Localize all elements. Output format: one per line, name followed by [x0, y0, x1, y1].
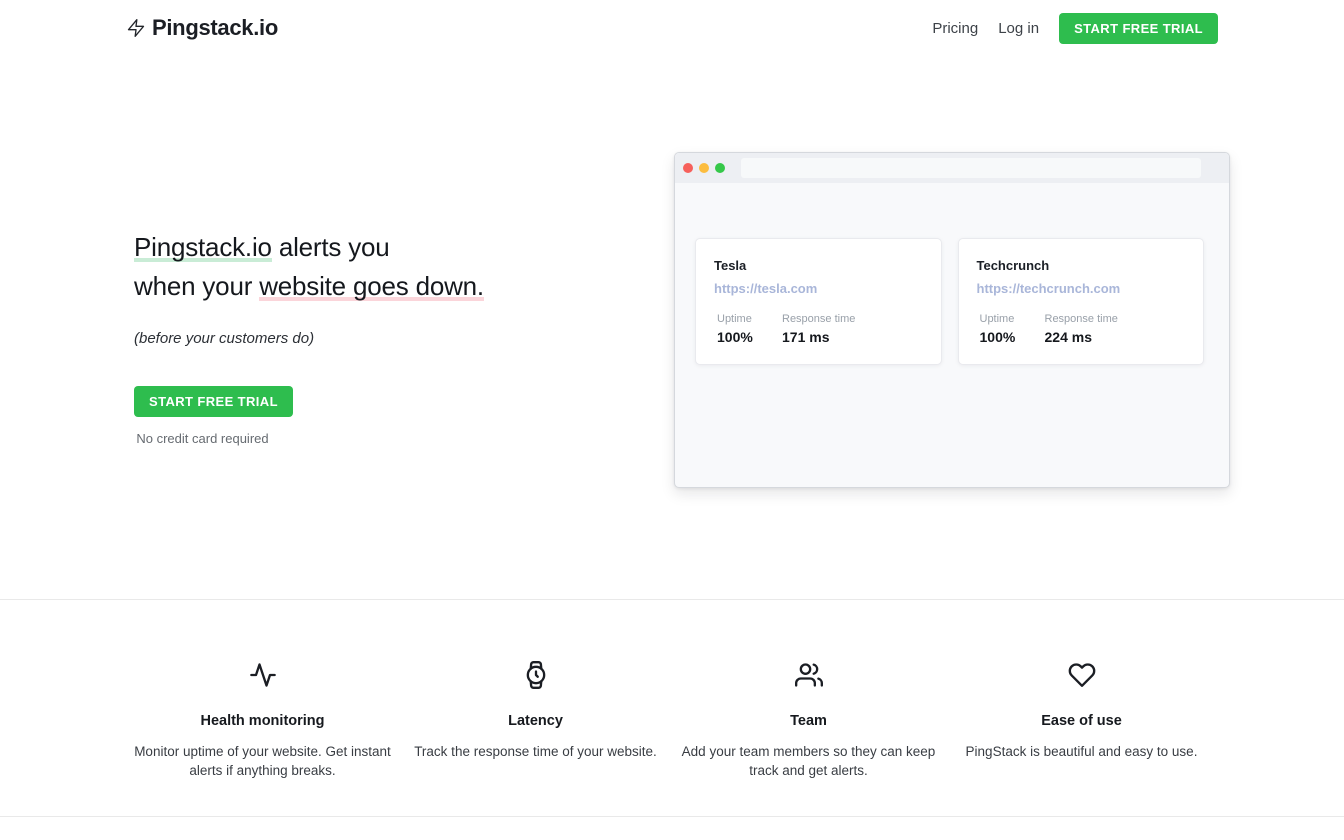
top-nav: Pricing Log in START FREE TRIAL: [932, 13, 1218, 44]
feature-ease-of-use: Ease of use PingStack is beautiful and e…: [945, 661, 1218, 780]
traffic-light-close-icon: [683, 163, 693, 173]
hero-section: Pingstack.io alerts you when your websit…: [126, 152, 1218, 488]
uptime-stat: Uptime 100%: [980, 313, 1045, 345]
feature-title: Latency: [399, 713, 672, 729]
pulse-icon: [249, 661, 277, 689]
hero-heading-line2-prefix: when your: [134, 271, 259, 301]
features-section: Health monitoring Monitor uptime of your…: [126, 600, 1218, 816]
users-icon: [795, 661, 823, 689]
response-time-stat: Response time 224 ms: [1045, 313, 1118, 345]
traffic-light-zoom-icon: [715, 163, 725, 173]
browser-title-bar: [675, 153, 1229, 183]
hero-heading-highlight-down: website goes down.: [259, 271, 484, 301]
feature-team: Team Add your team members so they can k…: [672, 661, 945, 780]
site-card-tesla: Tesla https://tesla.com Uptime 100% Resp…: [695, 238, 942, 365]
traffic-light-minimize-icon: [699, 163, 709, 173]
hero-heading: Pingstack.io alerts you when your websit…: [134, 228, 484, 306]
header: Pingstack.io Pricing Log in START FREE T…: [126, 0, 1218, 44]
site-url: https://techcrunch.com: [977, 281, 1186, 296]
site-name: Techcrunch: [977, 258, 1186, 273]
feature-health-monitoring: Health monitoring Monitor uptime of your…: [126, 661, 399, 780]
nav-login-link[interactable]: Log in: [998, 20, 1039, 37]
hero-heading-line1-rest: alerts you: [272, 232, 390, 262]
watch-icon: [522, 661, 550, 689]
brand-logo[interactable]: Pingstack.io: [126, 15, 278, 41]
feature-description: Add your team members so they can keep t…: [672, 742, 945, 780]
brand-name: Pingstack.io: [152, 15, 278, 41]
site-name: Tesla: [714, 258, 923, 273]
nav-pricing-link[interactable]: Pricing: [932, 20, 978, 37]
hero-subtext: (before your customers do): [134, 330, 484, 347]
site-card-techcrunch: Techcrunch https://techcrunch.com Uptime…: [958, 238, 1205, 365]
heart-icon: [1068, 661, 1096, 689]
nav-start-trial-button[interactable]: START FREE TRIAL: [1059, 13, 1218, 44]
no-credit-card-note: No credit card required: [134, 431, 271, 446]
response-time-stat: Response time 171 ms: [782, 313, 855, 345]
feature-title: Team: [672, 713, 945, 729]
hero-heading-highlight-brand: Pingstack.io: [134, 232, 272, 262]
feature-description: PingStack is beautiful and easy to use.: [945, 742, 1218, 761]
hero-copy: Pingstack.io alerts you when your websit…: [126, 152, 484, 488]
feature-title: Health monitoring: [126, 713, 399, 729]
feature-latency: Latency Track the response time of your …: [399, 661, 672, 780]
section-divider-bottom: [0, 816, 1344, 817]
feature-title: Ease of use: [945, 713, 1218, 729]
hero-start-trial-button[interactable]: START FREE TRIAL: [134, 386, 293, 417]
uptime-stat: Uptime 100%: [717, 313, 782, 345]
zap-icon: [126, 18, 146, 38]
feature-description: Track the response time of your website.: [399, 742, 672, 761]
browser-url-bar: [741, 158, 1201, 178]
site-url: https://tesla.com: [714, 281, 923, 296]
feature-description: Monitor uptime of your website. Get inst…: [126, 742, 399, 780]
browser-content: Tesla https://tesla.com Uptime 100% Resp…: [675, 183, 1229, 365]
browser-mockup: Tesla https://tesla.com Uptime 100% Resp…: [674, 152, 1230, 488]
